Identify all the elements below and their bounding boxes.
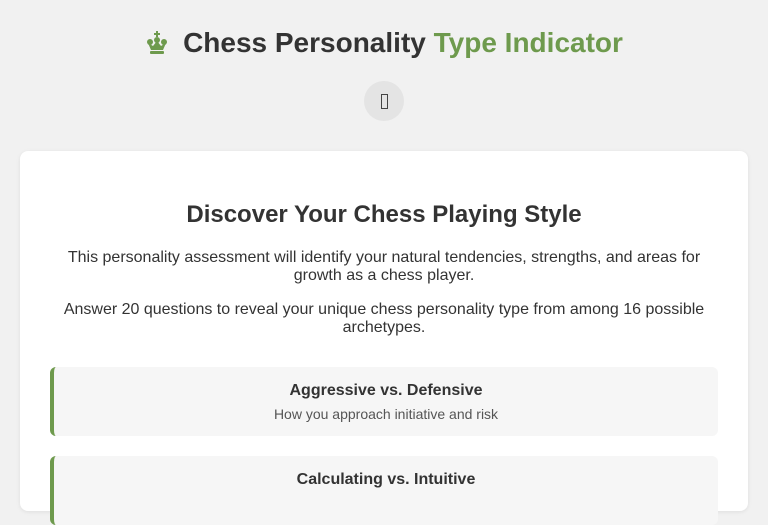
intro-paragraph-2: Answer 20 questions to reveal your uniqu… [63,301,705,336]
dimension-description: How you approach initiative and risk [273,406,499,422]
dimension-name: Calculating vs. Intuitive [296,471,476,488]
dimension-card: Calculating vs. Intuitive [50,456,718,525]
title-main: Chess Personality [183,27,426,58]
intro-card: Discover Your Chess Playing Style This p… [20,151,748,525]
title-accent: Type Indicator [433,27,623,58]
intro-title: Discover Your Chess Playing Style [186,201,582,228]
intro-paragraph-1: This personality assessment will identif… [67,249,701,284]
theme-toggle-button[interactable] [364,81,404,121]
page-title: Chess Personality Type Indicator [183,27,623,59]
dimension-card: Aggressive vs. Defensive How you approac… [50,367,718,436]
chess-king-icon [145,31,169,55]
page-header: Chess Personality Type Indicator [0,26,768,60]
theme-toggle-icon [380,93,388,109]
dimension-name: Aggressive vs. Defensive [289,382,483,399]
